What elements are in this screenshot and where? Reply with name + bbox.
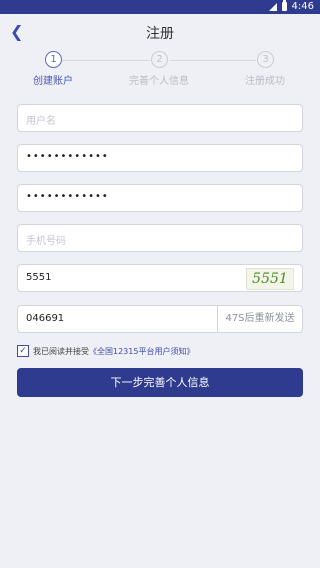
step-2-circle: 2 bbox=[151, 51, 168, 68]
step-indicator: 1 2 3 创建账户 完善个人信息 注册成功 bbox=[0, 50, 320, 90]
step-connector bbox=[170, 60, 256, 61]
password-input[interactable]: •••••••••••• bbox=[17, 144, 303, 172]
phone-input[interactable]: 手机号码 bbox=[17, 224, 303, 252]
step-3-circle: 3 bbox=[257, 51, 274, 68]
signal-icon bbox=[268, 2, 277, 11]
password-value: •••••••••••• bbox=[26, 151, 109, 162]
step-connector bbox=[62, 60, 150, 61]
username-input[interactable]: 用户名 bbox=[17, 104, 303, 132]
phone-placeholder: 手机号码 bbox=[26, 236, 66, 247]
status-bar: 4:46 bbox=[0, 0, 320, 14]
step-3-label: 注册成功 bbox=[245, 76, 285, 87]
agreement-link[interactable]: 《全国12315平台用户须知》 bbox=[89, 346, 194, 357]
captcha-input[interactable]: 5551 5551 bbox=[17, 264, 303, 292]
username-placeholder: 用户名 bbox=[26, 116, 56, 127]
resend-code-button[interactable]: 47S后重新发送 bbox=[217, 306, 302, 332]
status-time: 4:46 bbox=[291, 1, 314, 12]
captcha-value: 5551 bbox=[26, 272, 52, 283]
step-2-label: 完善个人信息 bbox=[129, 76, 189, 87]
captcha-image[interactable]: 5551 bbox=[246, 268, 294, 290]
agreement-text: 我已阅读并接受 bbox=[33, 346, 89, 356]
step-1-circle: 1 bbox=[45, 51, 62, 68]
checkmark-icon: ✓ bbox=[19, 345, 27, 356]
sms-code-value: 046691 bbox=[26, 313, 65, 324]
battery-icon bbox=[281, 0, 287, 11]
sms-code-input[interactable]: 046691 47S后重新发送 bbox=[17, 305, 303, 333]
agreement-row: ✓ 我已阅读并接受 《全国12315平台用户须知》 bbox=[17, 344, 194, 358]
page-title: 注册 bbox=[146, 26, 174, 42]
header: ❮ 注册 bbox=[0, 14, 320, 52]
confirm-password-input[interactable]: •••••••••••• bbox=[17, 184, 303, 212]
agreement-checkbox[interactable]: ✓ bbox=[17, 345, 29, 357]
next-step-button[interactable]: 下一步完善个人信息 bbox=[17, 368, 303, 397]
step-1-label: 创建账户 bbox=[33, 76, 73, 87]
confirm-password-value: •••••••••••• bbox=[26, 191, 109, 202]
